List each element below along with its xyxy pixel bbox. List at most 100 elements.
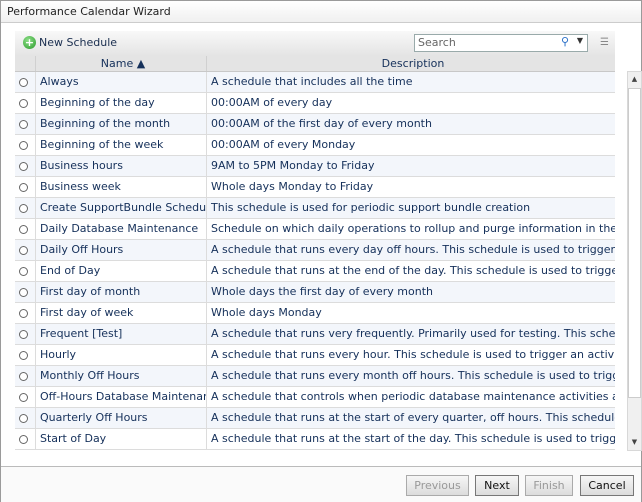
schedule-name: Always <box>35 72 206 92</box>
scroll-up-icon[interactable]: ▲ <box>628 72 641 87</box>
add-icon: + <box>23 36 36 49</box>
table-row[interactable]: Beginning of the week 00:00AM of every M… <box>15 135 615 156</box>
table-row[interactable]: Create SupportBundle Schedule This sched… <box>15 198 615 219</box>
schedule-name: Off-Hours Database Maintenance <box>35 387 206 407</box>
schedule-description: A schedule that runs at the start of the… <box>206 429 615 449</box>
row-select-cell[interactable] <box>15 198 35 218</box>
row-radio[interactable] <box>19 351 28 360</box>
table-row[interactable]: End of Day A schedule that runs at the e… <box>15 261 615 282</box>
row-radio[interactable] <box>19 183 28 192</box>
wizard-footer: Previous Next Finish Cancel <box>1 466 641 502</box>
schedule-description: 9AM to 5PM Monday to Friday <box>206 156 615 176</box>
select-column-header <box>15 56 35 71</box>
schedule-name: Start of Day <box>35 429 206 449</box>
search-icon[interactable]: ⚲ <box>561 35 569 48</box>
row-select-cell[interactable] <box>15 135 35 155</box>
row-radio[interactable] <box>19 78 28 87</box>
table-row[interactable]: Monthly Off Hours A schedule that runs e… <box>15 366 615 387</box>
row-radio[interactable] <box>19 309 28 318</box>
row-radio[interactable] <box>19 414 28 423</box>
row-radio[interactable] <box>19 288 28 297</box>
schedule-name: Daily Database Maintenance <box>35 219 206 239</box>
wizard-window: Performance Calendar Wizard + New Schedu… <box>0 0 642 502</box>
row-radio[interactable] <box>19 393 28 402</box>
table-row[interactable]: Daily Off Hours A schedule that runs eve… <box>15 240 615 261</box>
vertical-scrollbar[interactable]: ▲ ▼ <box>627 71 642 451</box>
row-select-cell[interactable] <box>15 93 35 113</box>
new-schedule-button[interactable]: + New Schedule <box>23 36 117 49</box>
schedule-description: Whole days Monday <box>206 303 615 323</box>
table-row[interactable]: Business week Whole days Monday to Frida… <box>15 177 615 198</box>
table-row[interactable]: First day of week Whole days Monday <box>15 303 615 324</box>
search-placeholder: Search <box>418 36 456 49</box>
row-select-cell[interactable] <box>15 177 35 197</box>
new-schedule-label: New Schedule <box>39 36 118 49</box>
scroll-down-icon[interactable]: ▼ <box>628 435 641 450</box>
cancel-button[interactable]: Cancel <box>580 475 634 496</box>
schedule-name: Frequent [Test] <box>35 324 206 344</box>
row-select-cell[interactable] <box>15 240 35 260</box>
row-select-cell[interactable] <box>15 303 35 323</box>
schedule-description: Schedule on which daily operations to ro… <box>206 219 615 239</box>
row-radio[interactable] <box>19 141 28 150</box>
schedule-name: Beginning of the month <box>35 114 206 134</box>
row-radio[interactable] <box>19 246 28 255</box>
table-row[interactable]: Business hours 9AM to 5PM Monday to Frid… <box>15 156 615 177</box>
row-select-cell[interactable] <box>15 387 35 407</box>
description-column-header[interactable]: Description <box>206 56 615 71</box>
schedule-name: Beginning of the day <box>35 93 206 113</box>
column-chooser-icon[interactable]: ☰ <box>600 37 609 48</box>
row-radio[interactable] <box>19 204 28 213</box>
scrollbar-thumb[interactable] <box>628 88 641 398</box>
row-radio[interactable] <box>19 372 28 381</box>
next-button[interactable]: Next <box>475 475 519 496</box>
table-row[interactable]: Quarterly Off Hours A schedule that runs… <box>15 408 615 429</box>
row-radio[interactable] <box>19 120 28 129</box>
table-row[interactable]: Beginning of the month 00:00AM of the fi… <box>15 114 615 135</box>
schedule-description: 00:00AM of every Monday <box>206 135 615 155</box>
schedule-name: First day of month <box>35 282 206 302</box>
name-column-header[interactable]: Name ▲ <box>35 56 206 71</box>
table-row[interactable]: Start of Day A schedule that runs at the… <box>15 429 615 450</box>
schedule-name: First day of week <box>35 303 206 323</box>
row-select-cell[interactable] <box>15 219 35 239</box>
row-select-cell[interactable] <box>15 72 35 92</box>
search-input[interactable]: Search ⚲ ▼ <box>414 34 588 52</box>
row-radio[interactable] <box>19 330 28 339</box>
schedule-description: A schedule that runs every hour. This sc… <box>206 345 615 365</box>
table-row[interactable]: First day of month Whole days the first … <box>15 282 615 303</box>
chevron-down-icon[interactable]: ▼ <box>577 36 583 45</box>
schedule-description: This schedule is used for periodic suppo… <box>206 198 615 218</box>
schedule-name: Hourly <box>35 345 206 365</box>
row-radio[interactable] <box>19 267 28 276</box>
table-row[interactable]: Off-Hours Database Maintenance A schedul… <box>15 387 615 408</box>
finish-button[interactable]: Finish <box>525 475 573 496</box>
table-row[interactable]: Frequent [Test] A schedule that runs ver… <box>15 324 615 345</box>
schedule-name: Create SupportBundle Schedule <box>35 198 206 218</box>
table-row[interactable]: Daily Database Maintenance Schedule on w… <box>15 219 615 240</box>
table-row[interactable]: Hourly A schedule that runs every hour. … <box>15 345 615 366</box>
row-radio[interactable] <box>19 162 28 171</box>
row-select-cell[interactable] <box>15 261 35 281</box>
row-select-cell[interactable] <box>15 156 35 176</box>
table-row[interactable]: Beginning of the day 00:00AM of every da… <box>15 93 615 114</box>
row-select-cell[interactable] <box>15 366 35 386</box>
schedule-description: A schedule that runs at the start of eve… <box>206 408 615 428</box>
window-title: Performance Calendar Wizard <box>1 1 641 23</box>
row-select-cell[interactable] <box>15 282 35 302</box>
previous-button[interactable]: Previous <box>406 475 469 496</box>
table-row[interactable]: Always A schedule that includes all the … <box>15 72 615 93</box>
row-select-cell[interactable] <box>15 324 35 344</box>
row-select-cell[interactable] <box>15 345 35 365</box>
schedule-name: Quarterly Off Hours <box>35 408 206 428</box>
row-radio[interactable] <box>19 225 28 234</box>
schedule-description: A schedule that runs every month off hou… <box>206 366 615 386</box>
row-select-cell[interactable] <box>15 408 35 428</box>
schedule-name: End of Day <box>35 261 206 281</box>
schedule-name: Business hours <box>35 156 206 176</box>
row-radio[interactable] <box>19 435 28 444</box>
schedule-description: 00:00AM of the first day of every month <box>206 114 615 134</box>
row-select-cell[interactable] <box>15 114 35 134</box>
row-radio[interactable] <box>19 99 28 108</box>
row-select-cell[interactable] <box>15 429 35 449</box>
